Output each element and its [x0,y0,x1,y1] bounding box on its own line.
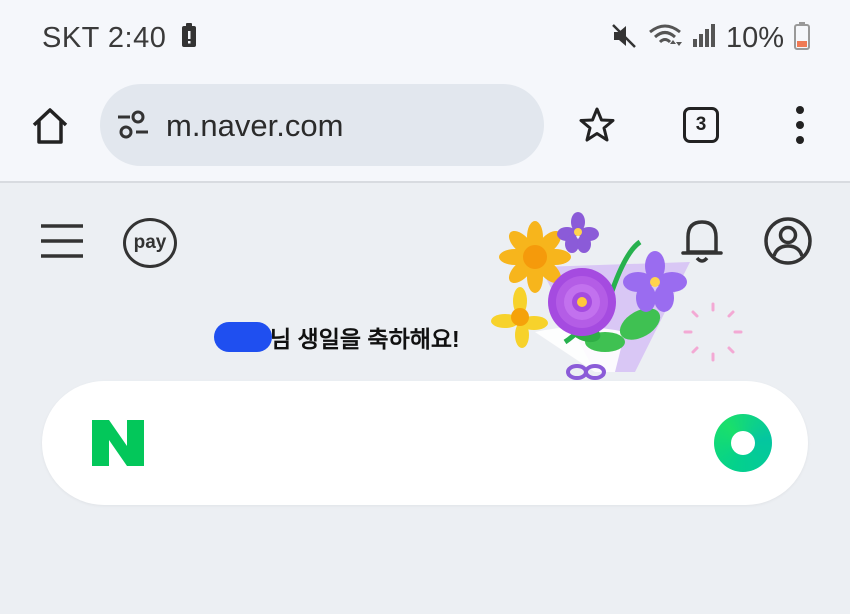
profile-icon [764,217,812,265]
wifi-icon [648,22,682,55]
birthday-message: 님 생일을 축하해요! [270,326,460,352]
menu-button[interactable] [40,222,84,260]
home-icon [32,108,68,144]
naver-search-box[interactable] [42,381,808,505]
green-search-lens-icon[interactable] [714,414,772,472]
url-text[interactable]: m.naver.com [166,108,343,144]
more-icon [796,106,804,144]
address-bar[interactable]: m.naver.com [100,84,544,166]
bookmark-button[interactable] [578,106,616,149]
naver-n-logo [92,420,144,466]
redacted-username [214,322,272,352]
tab-switcher-button[interactable]: 3 [683,107,719,143]
browser-toolbar: m.naver.com 3 [0,82,850,183]
home-button[interactable] [28,104,72,148]
carrier-time: SKT 2:40 [42,22,167,54]
alert-icon [180,23,198,54]
naver-pay-button[interactable]: pay [123,218,177,268]
profile-button[interactable] [763,216,813,271]
battery-percent: 10% [725,22,784,54]
signal-icon [692,23,716,54]
birthday-greeting: 님 생일을 축하해요! [214,320,460,354]
status-bar: SKT 2:40 10% [0,0,850,82]
birthday-bouquet-doodle [491,212,743,380]
more-menu-button[interactable] [786,102,814,148]
naver-main-page: pay 님 생일을 축하해요! [0,184,850,614]
hamburger-icon [41,224,83,258]
star-icon [579,107,615,142]
tune-icon[interactable] [116,110,150,145]
battery-icon [794,22,810,55]
mute-icon [610,22,638,55]
